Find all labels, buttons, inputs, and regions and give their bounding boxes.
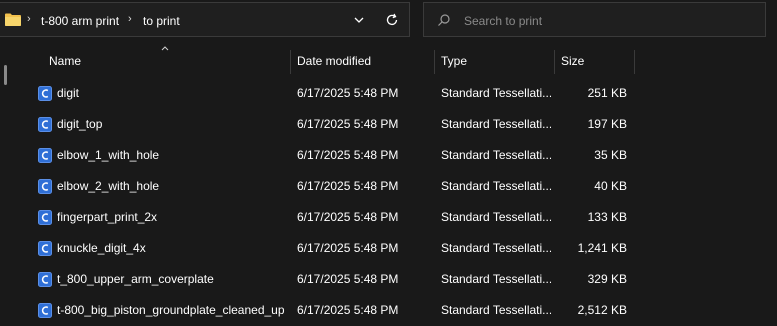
file-type: Standard Tessellati... bbox=[441, 179, 551, 193]
file-date-modified: 6/17/2025 5:48 PM bbox=[297, 303, 399, 317]
column-header-type[interactable]: Type bbox=[435, 46, 553, 76]
stl-file-icon bbox=[38, 179, 52, 194]
file-size: 40 KB bbox=[594, 179, 627, 193]
breadcrumb-item[interactable]: to print bbox=[143, 14, 180, 28]
file-type: Standard Tessellati... bbox=[441, 117, 551, 131]
file-date-modified: 6/17/2025 5:48 PM bbox=[297, 241, 399, 255]
file-name: knuckle_digit_4x bbox=[57, 241, 146, 255]
column-header-name[interactable]: Name bbox=[43, 46, 289, 76]
file-row[interactable]: elbow_1_with_hole 6/17/2025 5:48 PM Standa… bbox=[0, 140, 777, 171]
file-date-modified: 6/17/2025 5:48 PM bbox=[297, 179, 399, 193]
chevron-down-icon[interactable] bbox=[352, 14, 366, 26]
file-name: elbow_2_with_hole bbox=[57, 179, 160, 193]
file-date-modified: 6/17/2025 5:48 PM bbox=[297, 272, 399, 286]
file-row[interactable]: elbow_2_with_hole 6/17/2025 5:48 PM Standa… bbox=[0, 171, 777, 202]
file-row[interactable]: t-800_big_piston_groundplate_cleaned_up 6… bbox=[0, 295, 777, 326]
file-name: elbow_1_with_hole bbox=[57, 148, 160, 162]
file-type: Standard Tessellati... bbox=[441, 210, 551, 224]
search-box[interactable] bbox=[423, 2, 766, 37]
stl-file-icon bbox=[38, 148, 52, 163]
file-size: 1,241 KB bbox=[577, 241, 627, 255]
folder-icon bbox=[5, 13, 21, 26]
file-row[interactable]: t_800_upper_arm_coverplate 6/17/2025 5:48… bbox=[0, 264, 777, 295]
file-row[interactable]: fingerpart_print_2x 6/17/2025 5:48 PM Stan… bbox=[0, 202, 777, 233]
toolbar: › t-800 arm print › to print bbox=[0, 0, 777, 44]
file-size: 35 KB bbox=[594, 148, 627, 162]
column-header-date[interactable]: Date modified bbox=[291, 46, 434, 76]
file-date-modified: 6/17/2025 5:48 PM bbox=[297, 210, 399, 224]
chevron-right-icon: › bbox=[27, 13, 31, 25]
stl-file-icon bbox=[38, 117, 52, 132]
file-row[interactable]: knuckle_digit_4x 6/17/2025 5:48 PM Standar… bbox=[0, 233, 777, 264]
file-name: digit_top bbox=[57, 117, 103, 131]
file-type: Standard Tessellati... bbox=[441, 272, 551, 286]
file-date-modified: 6/17/2025 5:48 PM bbox=[297, 117, 399, 131]
file-size: 251 KB bbox=[587, 86, 627, 100]
file-row[interactable]: digit_top 6/17/2025 5:48 PM Standard Tesse… bbox=[0, 109, 777, 140]
stl-file-icon bbox=[38, 241, 52, 256]
file-name: fingerpart_print_2x bbox=[57, 210, 158, 224]
file-date-modified: 6/17/2025 5:48 PM bbox=[297, 86, 399, 100]
chevron-right-icon: › bbox=[128, 13, 132, 25]
file-name: digit bbox=[57, 86, 80, 100]
file-size: 197 KB bbox=[587, 117, 627, 131]
search-input[interactable] bbox=[462, 11, 756, 31]
stl-file-icon bbox=[38, 86, 52, 101]
file-row[interactable]: digit 6/17/2025 5:48 PM Standard Tessellat… bbox=[0, 78, 777, 109]
file-size: 2,512 KB bbox=[577, 303, 627, 317]
file-name: t_800_upper_arm_coverplate bbox=[57, 272, 214, 286]
file-size: 329 KB bbox=[587, 272, 627, 286]
file-type: Standard Tessellati... bbox=[441, 148, 551, 162]
file-type: Standard Tessellati... bbox=[441, 241, 551, 255]
file-size: 133 KB bbox=[587, 210, 627, 224]
column-header-size[interactable]: Size bbox=[555, 46, 633, 76]
stl-file-icon bbox=[38, 210, 52, 225]
file-type: Standard Tessellati... bbox=[441, 86, 551, 100]
stl-file-icon bbox=[38, 272, 52, 287]
search-icon bbox=[438, 14, 450, 26]
column-divider[interactable] bbox=[634, 50, 635, 74]
file-type: Standard Tessellati... bbox=[441, 303, 551, 317]
stl-file-icon bbox=[38, 303, 52, 318]
address-bar[interactable]: › t-800 arm print › to print bbox=[0, 2, 410, 37]
column-header-row: Name Date modified Type Size bbox=[0, 46, 777, 76]
file-date-modified: 6/17/2025 5:48 PM bbox=[297, 148, 399, 162]
refresh-icon[interactable] bbox=[385, 13, 399, 27]
breadcrumb-item[interactable]: t-800 arm print bbox=[41, 14, 119, 28]
file-name: t-800_big_piston_groundplate_cleaned_up bbox=[57, 303, 285, 317]
